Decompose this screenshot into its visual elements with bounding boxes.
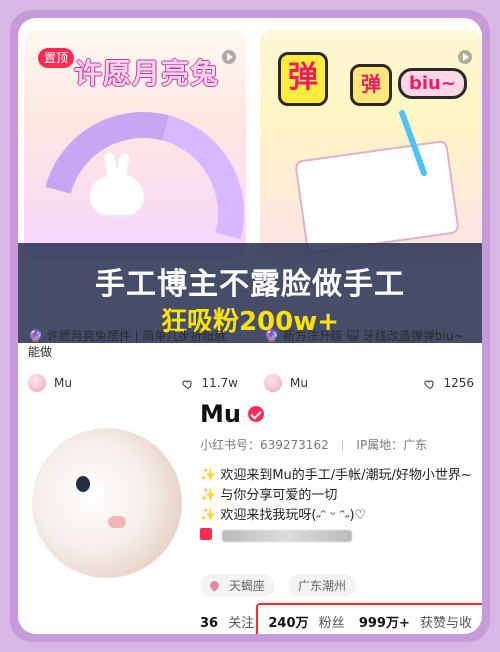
- like-count[interactable]: 1256: [424, 376, 474, 390]
- verified-check-icon: [248, 406, 264, 422]
- card-right-meta: Mu 1256: [264, 374, 474, 394]
- bio-line-1: ✨ 欢迎来到Mu的手工/手帐/潮玩/好物小世界~: [200, 468, 472, 483]
- card-left-title: 许愿月亮兔: [74, 57, 220, 90]
- card-right-title-2: 弹: [350, 64, 392, 106]
- avatar-rabbit-nose: [108, 516, 126, 528]
- profile-id-row: 小红书号：639273162 | IP属地：广东: [200, 436, 427, 453]
- origami-bunny-decor: [90, 175, 144, 215]
- heart-outline-icon: [424, 379, 434, 389]
- contact-redacted: [222, 529, 353, 542]
- tag-location-label: 广东潮州: [297, 579, 346, 593]
- stats-highlight-box: [256, 603, 482, 634]
- profile-tags: 天蝎座 广东潮州: [200, 574, 364, 597]
- profile-id[interactable]: 小红书号：639273162: [200, 438, 329, 452]
- author-avatar[interactable]: [264, 374, 282, 392]
- profile-ip: IP属地：广东: [356, 438, 428, 452]
- author-name[interactable]: Mu: [54, 376, 72, 390]
- divider: |: [340, 438, 345, 452]
- bio-line-3: ✨ 欢迎来找我玩呀(˶ᵔ ᵕ ᵔ˶)♡: [200, 508, 367, 523]
- location-pin-icon: [208, 579, 221, 592]
- overlay-line-1: 手工博主不露脸做手工: [95, 267, 405, 302]
- tag-location[interactable]: 广东潮州: [287, 574, 356, 597]
- like-count-value: 11.7w: [201, 376, 238, 390]
- author-avatar[interactable]: [28, 374, 46, 392]
- following-label[interactable]: 关注: [228, 616, 254, 631]
- card-left-caption[interactable]: 🔮 许愿月亮兔摆件 | 简单几步折纸就能做: [28, 328, 238, 360]
- heart-outline-icon: [182, 379, 192, 389]
- sticker-sheet-decor: [294, 139, 460, 255]
- like-count[interactable]: 11.7w: [182, 376, 238, 390]
- bio-line-2: ✨ 与你分享可爱的一切: [200, 488, 338, 503]
- play-icon: [458, 50, 472, 64]
- card-left-meta: Mu 11.7w: [28, 374, 238, 394]
- card-right-title-1: 弹: [278, 52, 328, 106]
- avatar-rabbit-eye: [76, 476, 90, 492]
- profile-panel: 置顶 许愿月亮兔 弹 弹 biu~ 手工博主不露脸做手工 狂吸粉200w+ 🔮 …: [18, 18, 482, 634]
- note-card-right[interactable]: 弹 弹 biu~: [260, 30, 482, 258]
- profile-name: Mu: [200, 400, 241, 428]
- tag-zodiac[interactable]: 天蝎座: [200, 574, 275, 597]
- inbox-icon: [200, 528, 212, 540]
- profile-bio: ✨ 欢迎来到Mu的手工/手帐/潮玩/好物小世界~ ✨ 与你分享可爱的一切 ✨ 欢…: [200, 466, 482, 546]
- like-count-value: 1256: [443, 376, 474, 390]
- author-name[interactable]: Mu: [290, 376, 308, 390]
- pinned-badge: 置顶: [38, 48, 75, 68]
- following-count[interactable]: 36: [200, 616, 218, 631]
- bio-contact-row: [200, 526, 482, 546]
- tag-zodiac-label: 天蝎座: [228, 579, 265, 593]
- origami-moon-decor: [24, 75, 246, 258]
- profile-avatar[interactable]: [32, 428, 182, 578]
- note-card-left[interactable]: 置顶 许愿月亮兔: [24, 30, 246, 258]
- card-right-caption[interactable]: 🔮 新方法升级 🙀 牙线改造弹弹biu~: [264, 328, 474, 344]
- card-right-tag: biu~: [398, 68, 467, 99]
- play-icon: [222, 50, 236, 64]
